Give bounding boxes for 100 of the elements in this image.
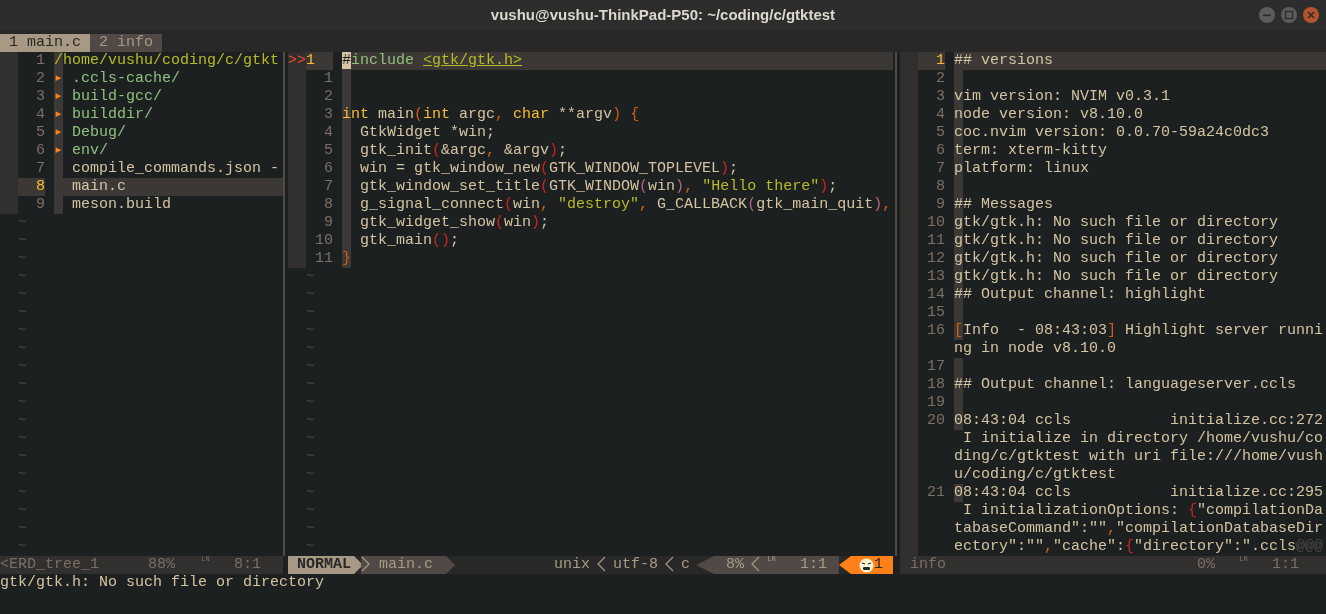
line-number: 6	[323, 160, 333, 178]
line-number: 19	[926, 394, 945, 412]
line-number: 10	[926, 214, 945, 232]
tab[interactable]: 1 main.c	[0, 34, 90, 52]
empty-line-marker: ~	[18, 394, 27, 412]
line-number: 12	[926, 250, 945, 268]
empty-line-marker: ~	[18, 286, 27, 304]
empty-line-marker: ~	[18, 466, 27, 484]
line-number: 11	[314, 250, 333, 268]
empty-line-marker: ~	[18, 322, 27, 340]
line-number: 1	[35, 52, 45, 70]
cursor-position: 8:1	[234, 556, 262, 574]
empty-line-marker: ~	[18, 250, 27, 268]
empty-line-marker: ~	[306, 286, 315, 304]
line-number: 6	[935, 142, 945, 160]
line-number: 11	[926, 232, 945, 250]
empty-line-marker: ~	[18, 502, 27, 520]
empty-line-marker: ~	[306, 466, 315, 484]
minimize-icon[interactable]	[1258, 6, 1276, 24]
empty-line-marker: ~	[18, 484, 27, 502]
tree-entry[interactable]: main.c	[54, 178, 283, 196]
empty-line-marker: ~	[306, 484, 315, 502]
line-number: 3	[35, 88, 45, 106]
line-number: 21	[926, 484, 945, 502]
empty-line-marker: ~	[306, 358, 315, 376]
scroll-percent: 0%	[1196, 556, 1215, 574]
emoji-icon	[859, 557, 874, 573]
chevron-icon	[361, 556, 370, 572]
cursor-column-highlight	[954, 358, 963, 376]
line-number: 17	[926, 358, 945, 376]
line-number: 2	[935, 70, 945, 88]
text-line: ectory":"","cache":{"directory":".ccls@@@	[954, 538, 1325, 556]
line-number: 4	[935, 106, 945, 124]
empty-line-marker: ~	[306, 448, 315, 466]
close-icon[interactable]	[1302, 6, 1320, 24]
empty-line-marker: ~	[306, 502, 315, 520]
maximize-icon[interactable]	[1280, 6, 1298, 24]
line-number: 8	[323, 196, 333, 214]
empty-line-marker: ~	[306, 304, 315, 322]
empty-line-marker: ~	[18, 340, 27, 358]
line-number: 2	[35, 70, 45, 88]
empty-line-marker: ~	[306, 322, 315, 340]
line-number: 1	[306, 52, 333, 70]
line-number: 9	[935, 196, 945, 214]
empty-line-marker: ~	[18, 412, 27, 430]
line-number: 5	[35, 124, 45, 142]
line-number: 5	[935, 124, 945, 142]
line-number: 15	[926, 304, 945, 322]
line-number: 3	[323, 106, 333, 124]
text-line: ding/c/gtktest with uri file:///home/vush	[954, 448, 1325, 466]
empty-line-marker: ~	[18, 268, 27, 286]
line-number: 7	[35, 160, 45, 178]
chevron-icon	[664, 556, 674, 572]
line-number: 4	[323, 124, 333, 142]
empty-line-marker: ~	[306, 394, 315, 412]
text-line: I initializationOptions: {"compilationDa	[962, 502, 1325, 520]
empty-line-marker: ~	[18, 214, 27, 232]
error-count: 1	[874, 556, 883, 574]
line-number: 16	[926, 322, 945, 340]
line-number: 7	[323, 178, 333, 196]
empty-line-marker: ~	[18, 232, 27, 250]
buffer-name: info	[910, 556, 946, 574]
text-line: tabaseCommand":"","compilationDatabaseDir	[954, 520, 1325, 538]
buffer-name: <ERD_tree_1	[0, 556, 100, 574]
line-number: 8	[935, 178, 945, 196]
chevron-icon	[750, 556, 760, 572]
line-number: 6	[35, 142, 45, 160]
line-number: 13	[926, 268, 945, 286]
empty-line-marker: ~	[306, 538, 315, 556]
message-line: gtk/gtk.h: No such file or directory	[0, 574, 325, 591]
file-name: main.c	[379, 556, 434, 574]
empty-line-marker: ~	[306, 268, 315, 286]
file-type: c	[680, 556, 690, 574]
mode-indicator: NORMAL	[288, 556, 363, 574]
empty-line-marker: ~	[18, 358, 27, 376]
empty-line-marker: ~	[18, 448, 27, 466]
line-number: 8	[18, 178, 45, 196]
line-number: 14	[926, 286, 945, 304]
file-encoding: utf-8	[612, 556, 658, 574]
line-number: 2	[323, 88, 333, 106]
empty-line-marker: ~	[306, 412, 315, 430]
empty-line-marker: ~	[306, 376, 315, 394]
empty-line-marker: ~	[18, 304, 27, 322]
empty-line-marker: ~	[18, 520, 27, 538]
line-number: 9	[323, 214, 333, 232]
chevron-icon	[596, 556, 606, 572]
line-number: 1	[918, 52, 945, 70]
line-number: 10	[314, 232, 333, 250]
line-number: 5	[323, 142, 333, 160]
empty-line-marker: ~	[18, 538, 27, 556]
cursor-column-highlight	[342, 70, 351, 88]
window-title: vushu@vushu-ThinkPad-P50: ~/coding/c/gtktest	[490, 6, 836, 24]
file-format: unix	[553, 556, 590, 574]
empty-line-marker: ~	[18, 430, 27, 448]
line-number: 7	[935, 160, 945, 178]
scroll-percent: 8%	[725, 556, 744, 574]
text-line: u/coding/c/gtktest	[954, 466, 1118, 484]
error-sign: >>	[288, 52, 306, 70]
text-line: ng in node v8.10.0	[954, 340, 1118, 358]
empty-line-marker: ~	[306, 340, 315, 358]
